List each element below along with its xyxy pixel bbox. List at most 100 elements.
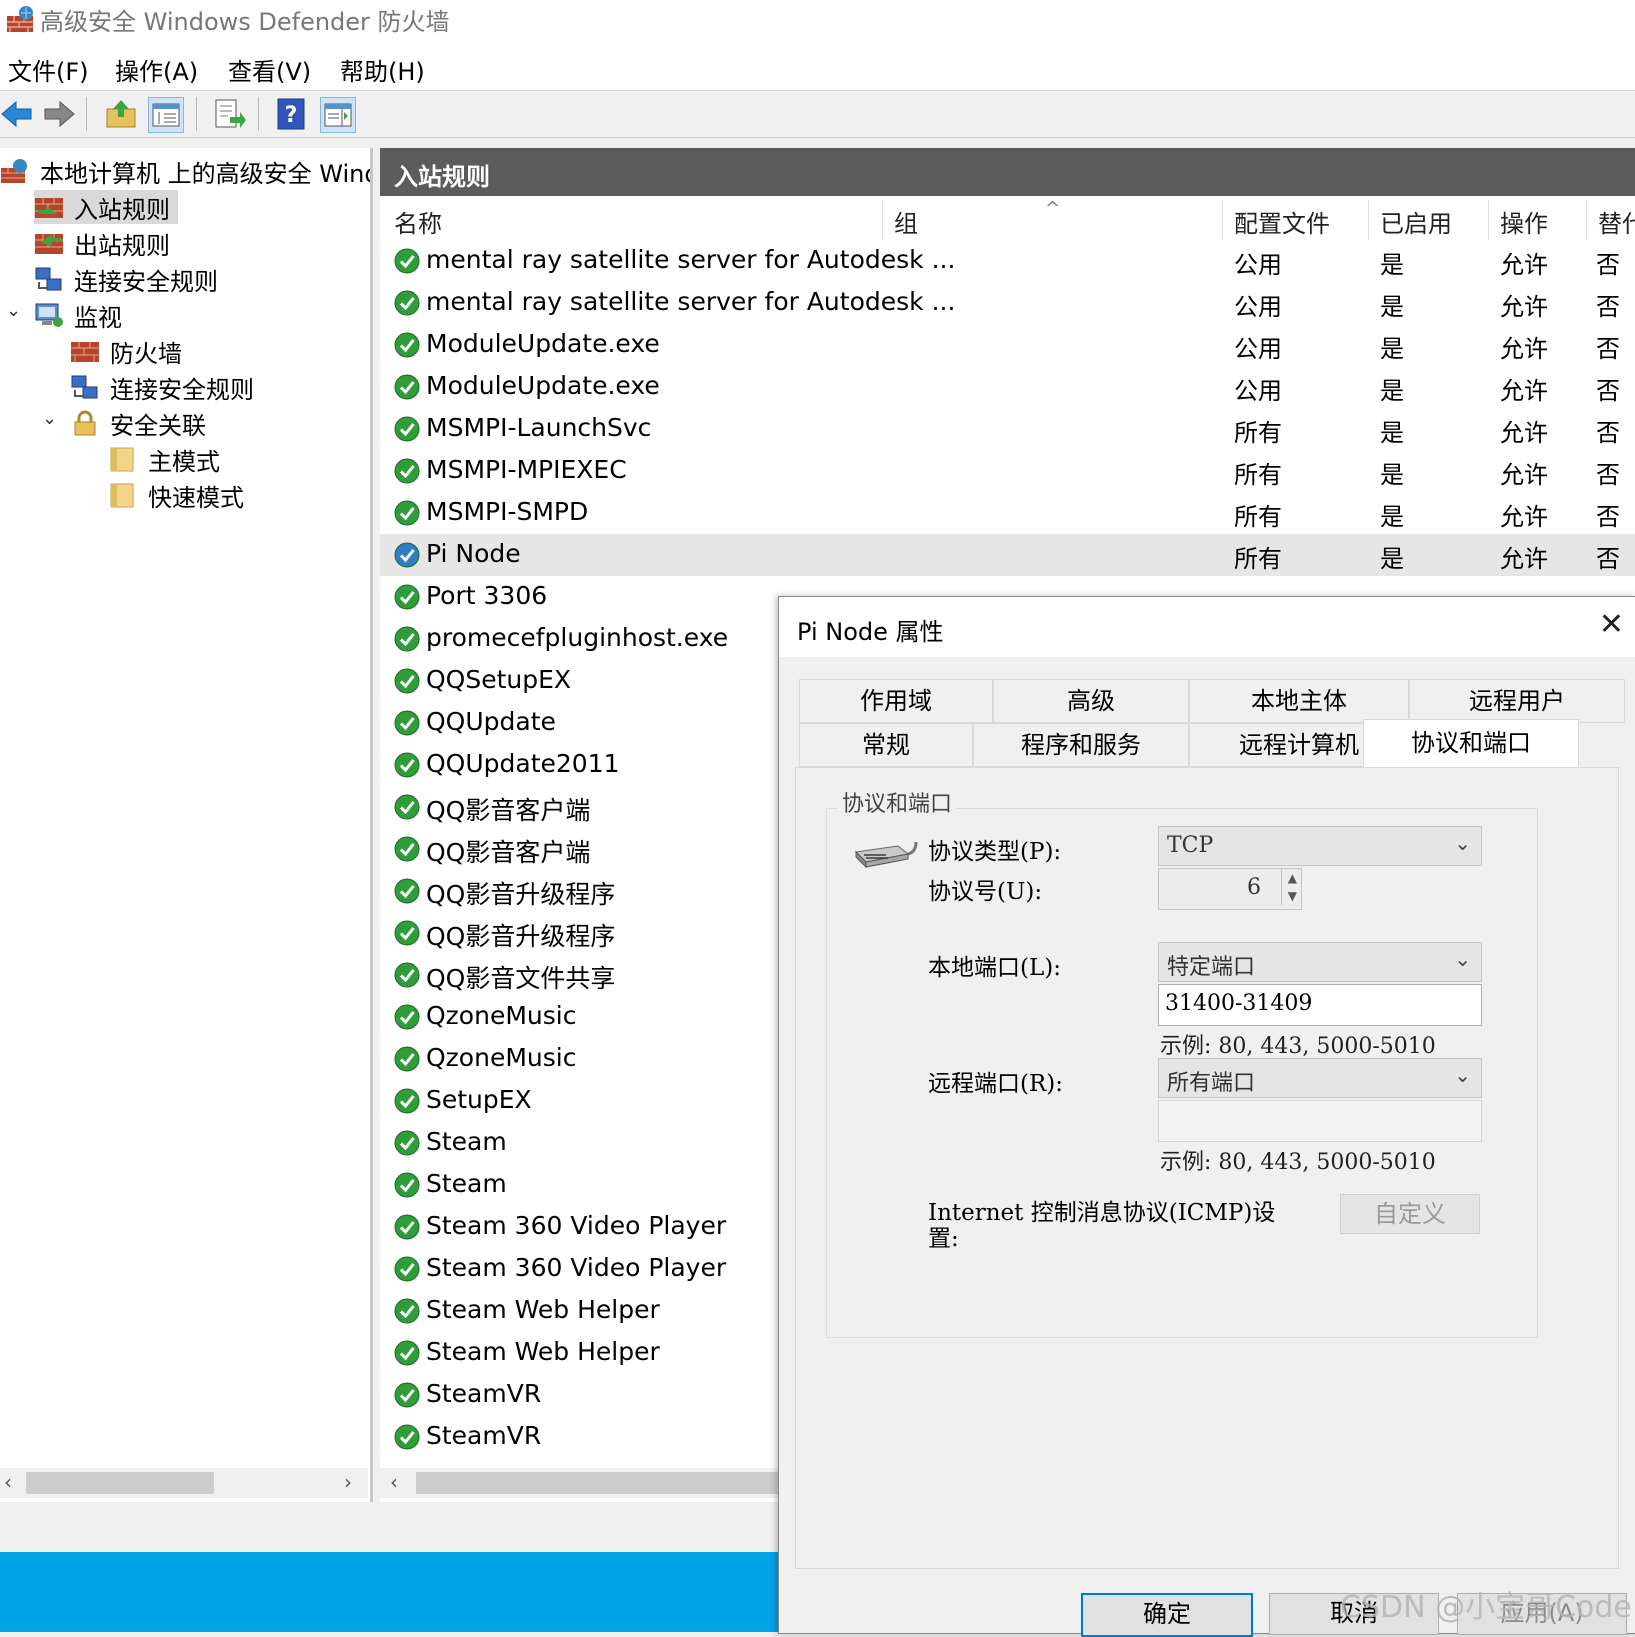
column-header-action[interactable]: 操作	[1500, 204, 1548, 239]
customize-button[interactable]: 自定义	[1340, 1194, 1480, 1234]
rule-profile: 公用	[1234, 251, 1282, 279]
up-folder-icon[interactable]	[104, 97, 138, 131]
rule-name: MSMPI-MPIEXEC	[426, 455, 627, 484]
folder-icon	[110, 483, 134, 508]
column-header-name[interactable]: 名称	[394, 204, 442, 239]
table-row[interactable]: MSMPI-MPIEXEC 所有 是 允许 否	[380, 450, 1635, 492]
table-row[interactable]: mental ray satellite server for Autodesk…	[380, 282, 1635, 324]
rule-profile: 公用	[1234, 377, 1282, 405]
menu-help[interactable]: 帮助(H)	[340, 52, 425, 87]
list-horizontal-scrollbar[interactable]: ‹	[380, 1468, 780, 1498]
rule-enabled: 是	[1380, 293, 1404, 321]
rule-action: 允许	[1500, 419, 1548, 447]
tab-protocols-ports[interactable]: 协议和端口	[1363, 719, 1579, 767]
menu-view[interactable]: 查看(V)	[228, 52, 311, 87]
rule-enabled-check-icon	[394, 752, 420, 778]
connection-security-icon	[71, 375, 98, 399]
protocol-number-stepper[interactable]: 6 ▲ ▼	[1158, 868, 1302, 910]
remote-port-select[interactable]: 所有端口 ⌄	[1158, 1058, 1482, 1098]
tab-local-principals[interactable]: 本地主体	[1189, 679, 1409, 723]
forward-icon[interactable]	[42, 97, 76, 131]
local-port-example: 示例: 80, 443, 5000-5010	[1160, 1034, 1436, 1059]
local-port-select[interactable]: 特定端口 ⌄	[1158, 942, 1482, 982]
export-list-icon[interactable]	[212, 97, 246, 131]
menu-file[interactable]: 文件(F)	[8, 52, 89, 87]
tree-horizontal-scrollbar[interactable]: ‹ ›	[0, 1468, 368, 1498]
tree-item-inbound-rules[interactable]: 入站规则	[34, 190, 178, 224]
rule-name: Steam Web Helper	[426, 1337, 660, 1366]
local-port-label: 本地端口(L):	[928, 955, 1061, 981]
action-pane-icon[interactable]	[320, 97, 356, 133]
menu-action[interactable]: 操作(A)	[115, 52, 198, 87]
tree-item-label: 安全关联	[110, 411, 206, 440]
inbound-rules-icon	[35, 198, 63, 218]
rule-enabled-check-icon	[394, 1130, 420, 1156]
protocol-type-select[interactable]: TCP ⌄	[1158, 826, 1482, 866]
rule-enabled-check-icon	[394, 710, 420, 736]
remote-port-input[interactable]	[1158, 1100, 1482, 1142]
dialog-title-bar: Pi Node 属性 ✕	[779, 597, 1635, 657]
rule-name: MSMPI-SMPD	[426, 497, 589, 526]
firewall-icon	[71, 342, 99, 362]
tree-item-monitor[interactable]: 监视	[34, 298, 122, 332]
monitor-icon	[35, 303, 63, 327]
table-row[interactable]: mental ray satellite server for Autodesk…	[380, 240, 1635, 282]
table-row[interactable]: Pi Node 所有 是 允许 否	[380, 534, 1635, 576]
help-icon[interactable]: ?	[274, 97, 308, 131]
scroll-left-icon[interactable]: ‹	[4, 1470, 12, 1494]
tree-item-outbound-rules[interactable]: 出站规则	[34, 226, 170, 260]
title-bar: 高级安全 Windows Defender 防火墙	[0, 0, 1635, 40]
rule-action: 允许	[1500, 377, 1548, 405]
pane-header: 入站规则	[380, 148, 1635, 196]
column-header-override[interactable]: 替代	[1598, 204, 1635, 239]
column-header-enabled[interactable]: 已启用	[1380, 204, 1452, 239]
tree-item-label: 防火墙	[110, 339, 182, 368]
rule-override: 否	[1596, 503, 1620, 531]
tab-programs-services[interactable]: 程序和服务	[973, 723, 1189, 767]
back-icon[interactable]	[0, 97, 34, 131]
tree-item-firewall[interactable]: 防火墙	[70, 334, 182, 368]
rule-name: MSMPI-LaunchSvc	[426, 413, 652, 442]
remote-port-label: 远程端口(R):	[928, 1071, 1064, 1097]
ok-button[interactable]: 确定	[1081, 1593, 1253, 1637]
tab-scope[interactable]: 作用域	[799, 679, 993, 723]
show-hide-console-icon[interactable]	[148, 97, 184, 133]
svg-text:?: ?	[285, 103, 298, 128]
rule-profile: 所有	[1234, 461, 1282, 489]
tree-item-monitor-connection-security[interactable]: 连接安全规则	[70, 370, 254, 404]
rule-override: 否	[1596, 335, 1620, 363]
table-row[interactable]: MSMPI-SMPD 所有 是 允许 否	[380, 492, 1635, 534]
tree-item-main-mode[interactable]: 主模式	[108, 442, 220, 476]
scrollbar-thumb[interactable]	[416, 1472, 780, 1494]
tab-remote-users[interactable]: 远程用户	[1409, 679, 1625, 723]
tree-item-quick-mode[interactable]: 快速模式	[108, 478, 244, 512]
rule-enabled-check-icon	[394, 878, 420, 904]
rule-name: ModuleUpdate.exe	[426, 329, 660, 358]
rule-override: 否	[1596, 461, 1620, 489]
spin-arrows-icon[interactable]: ▲ ▼	[1280, 869, 1297, 905]
rule-enabled-check-icon	[394, 1298, 420, 1324]
scroll-left-icon[interactable]: ‹	[390, 1470, 398, 1494]
scrollbar-thumb[interactable]	[26, 1472, 214, 1494]
column-header-group[interactable]: 组	[894, 204, 918, 239]
tab-advanced[interactable]: 高级	[993, 679, 1189, 723]
column-header-profile[interactable]: 配置文件	[1234, 204, 1330, 239]
rule-enabled-check-icon	[394, 794, 420, 820]
tree-item-connection-security[interactable]: 连接安全规则	[34, 262, 218, 296]
rule-override: 否	[1596, 545, 1620, 573]
toolbar: ?	[0, 91, 1635, 138]
local-port-input[interactable]: 31400-31409	[1158, 984, 1482, 1026]
chevron-down-icon[interactable]: ⌄	[6, 300, 21, 321]
tab-general[interactable]: 常规	[799, 723, 973, 767]
scroll-right-icon[interactable]: ›	[344, 1470, 352, 1494]
close-icon[interactable]: ✕	[1599, 607, 1624, 642]
rule-enabled-check-icon	[394, 1256, 420, 1282]
tree-item-security-associations[interactable]: 安全关联	[70, 406, 206, 440]
rule-action: 允许	[1500, 503, 1548, 531]
table-row[interactable]: ModuleUpdate.exe 公用 是 允许 否	[380, 366, 1635, 408]
tree-root[interactable]: 本地计算机 上的高级安全 Windows Defender 防火墙	[0, 154, 370, 188]
table-row[interactable]: MSMPI-LaunchSvc 所有 是 允许 否	[380, 408, 1635, 450]
chevron-down-icon: ⌄	[1454, 947, 1471, 971]
table-row[interactable]: ModuleUpdate.exe 公用 是 允许 否	[380, 324, 1635, 366]
chevron-down-icon[interactable]: ⌄	[42, 408, 57, 429]
